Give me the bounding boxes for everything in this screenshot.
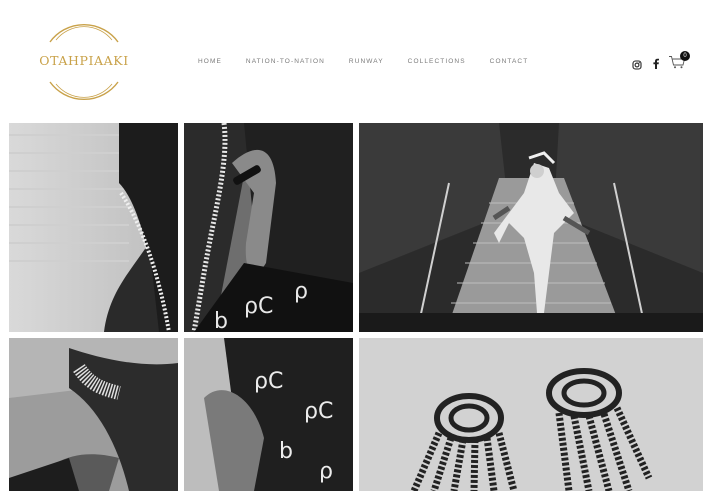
svg-text:ρ: ρ <box>294 279 308 304</box>
facebook-icon[interactable] <box>652 56 660 74</box>
nav-runway[interactable]: RUNWAY <box>349 56 384 70</box>
nav-home[interactable]: HOME <box>198 56 222 70</box>
brand-logo[interactable]: OTAHPIAAKI <box>36 18 132 106</box>
gallery-image-fringe-bag[interactable] <box>9 123 178 332</box>
gallery-image-bag-lower[interactable]: ρC ρC b ρ <box>184 338 353 491</box>
logo-text: OTAHPIAAKI <box>39 53 129 68</box>
nav-collections[interactable]: COLLECTIONS <box>408 56 466 70</box>
gallery-image-bag-hand[interactable]: ρC ρ b <box>184 123 353 332</box>
svg-text:ρC: ρC <box>304 399 333 424</box>
svg-text:b: b <box>279 439 293 464</box>
cart-count-badge: 0 <box>680 51 690 61</box>
nav-contact[interactable]: CONTACT <box>490 56 529 70</box>
site-header: OTAHPIAAKI HOME NATION-TO-NATION RUNWAY … <box>0 0 720 118</box>
instagram-icon[interactable] <box>632 57 642 75</box>
svg-text:ρ: ρ <box>319 459 333 484</box>
main-nav: HOME NATION-TO-NATION RUNWAY COLLECTIONS… <box>190 56 552 70</box>
nav-nation-to-nation[interactable]: NATION-TO-NATION <box>246 56 325 70</box>
header-icons: 0 <box>630 51 710 75</box>
gallery-image-dancer-escalator[interactable] <box>359 123 703 332</box>
svg-text:b: b <box>214 309 228 332</box>
gallery-image-beaded-earrings[interactable] <box>359 338 703 491</box>
svg-text:ρC: ρC <box>244 294 273 319</box>
gallery-grid: ρC ρ b ρC ρC b ρ <box>0 118 720 491</box>
svg-text:ρC: ρC <box>254 369 283 394</box>
gallery-image-fringe-lower[interactable] <box>9 338 178 491</box>
